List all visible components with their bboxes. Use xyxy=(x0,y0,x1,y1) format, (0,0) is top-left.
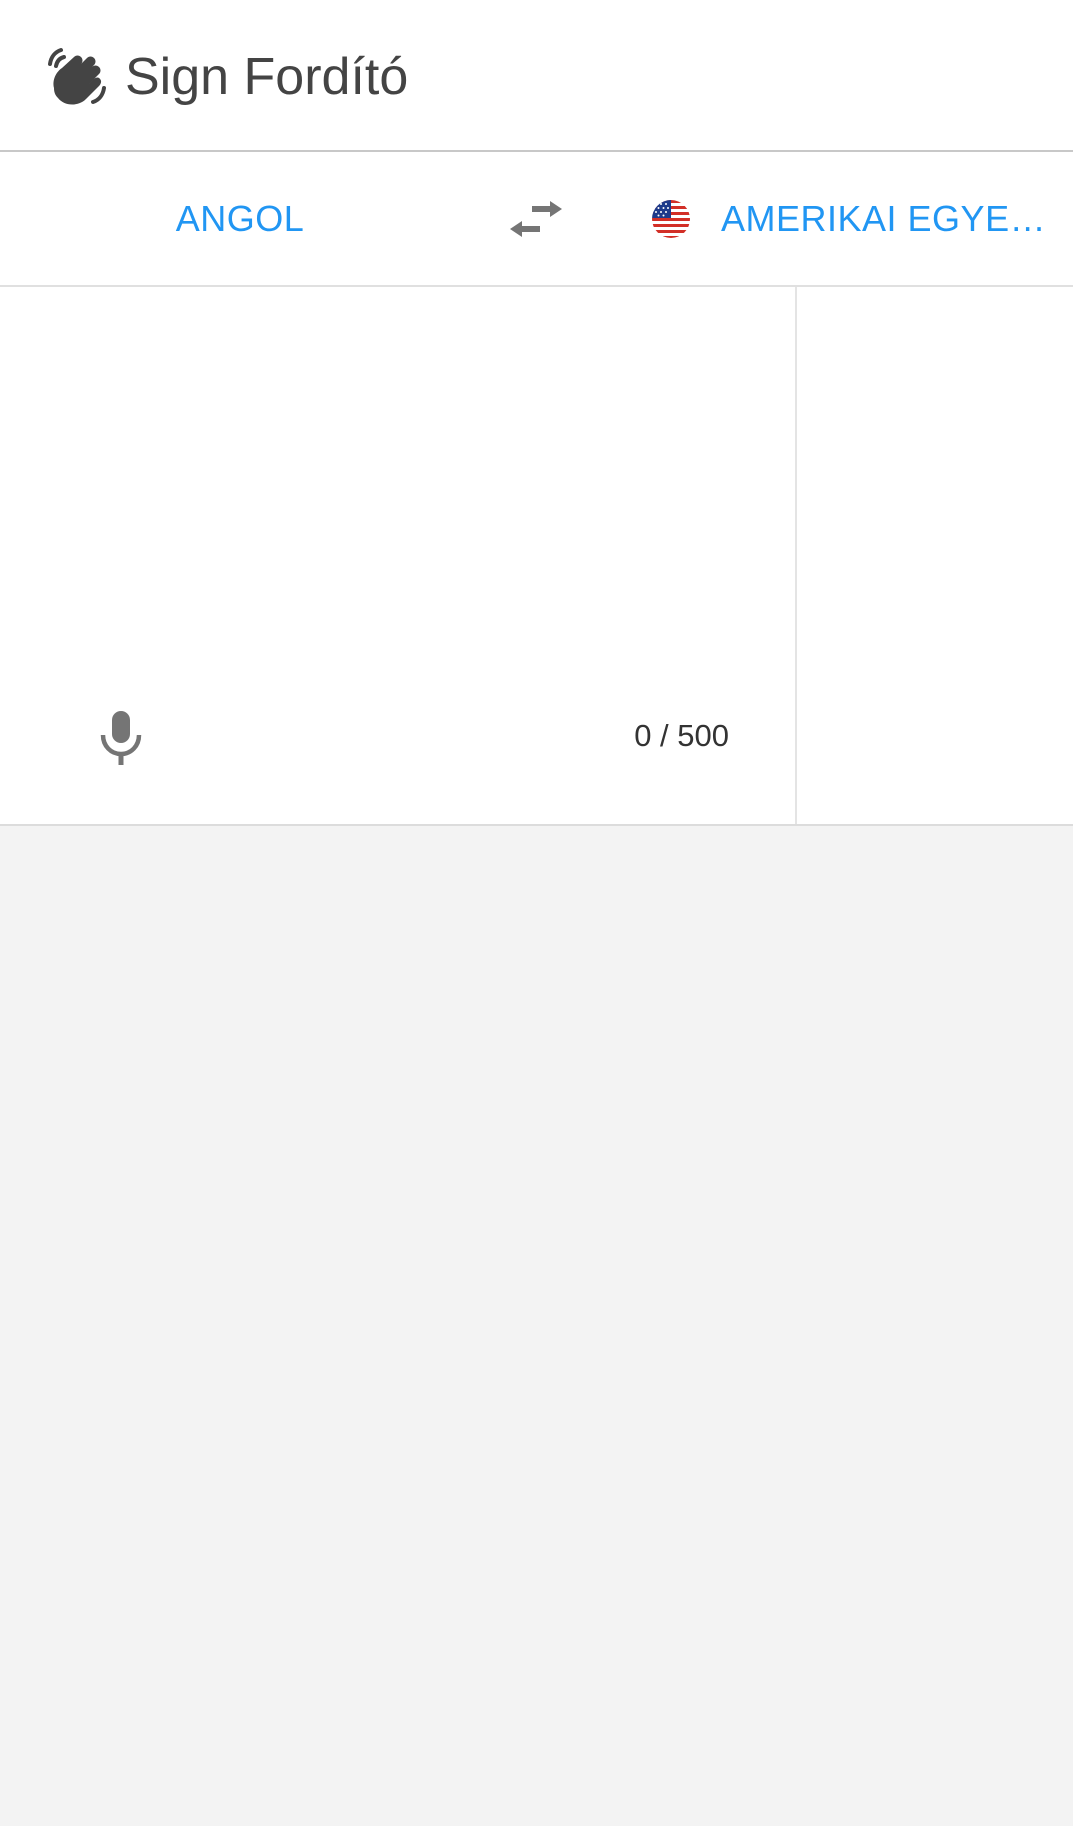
microphone-icon xyxy=(100,711,142,765)
target-language-label: AMERIKAI EGYE… xyxy=(721,198,1047,239)
source-language-button[interactable]: ANGOL xyxy=(120,179,360,259)
app-title: Sign Fordító xyxy=(125,48,409,106)
waving-hand-icon xyxy=(48,48,106,105)
translation-panels: 0 / 500 xyxy=(0,287,1073,826)
app-bar: Sign Fordító xyxy=(0,0,1073,152)
character-counter: 0 / 500 xyxy=(634,718,729,753)
microphone-button[interactable] xyxy=(90,707,152,769)
swap-arrows-icon xyxy=(510,201,562,237)
us-flag-icon xyxy=(652,200,690,238)
target-language-button[interactable]: AMERIKAI EGYE… xyxy=(640,179,1070,259)
output-pane xyxy=(797,287,1073,824)
input-pane: 0 / 500 xyxy=(0,287,797,824)
language-bar: ANGOL AMERIKAI EGYE… xyxy=(0,152,1073,287)
swap-languages-button[interactable] xyxy=(500,179,572,259)
source-text-input[interactable] xyxy=(40,317,759,701)
